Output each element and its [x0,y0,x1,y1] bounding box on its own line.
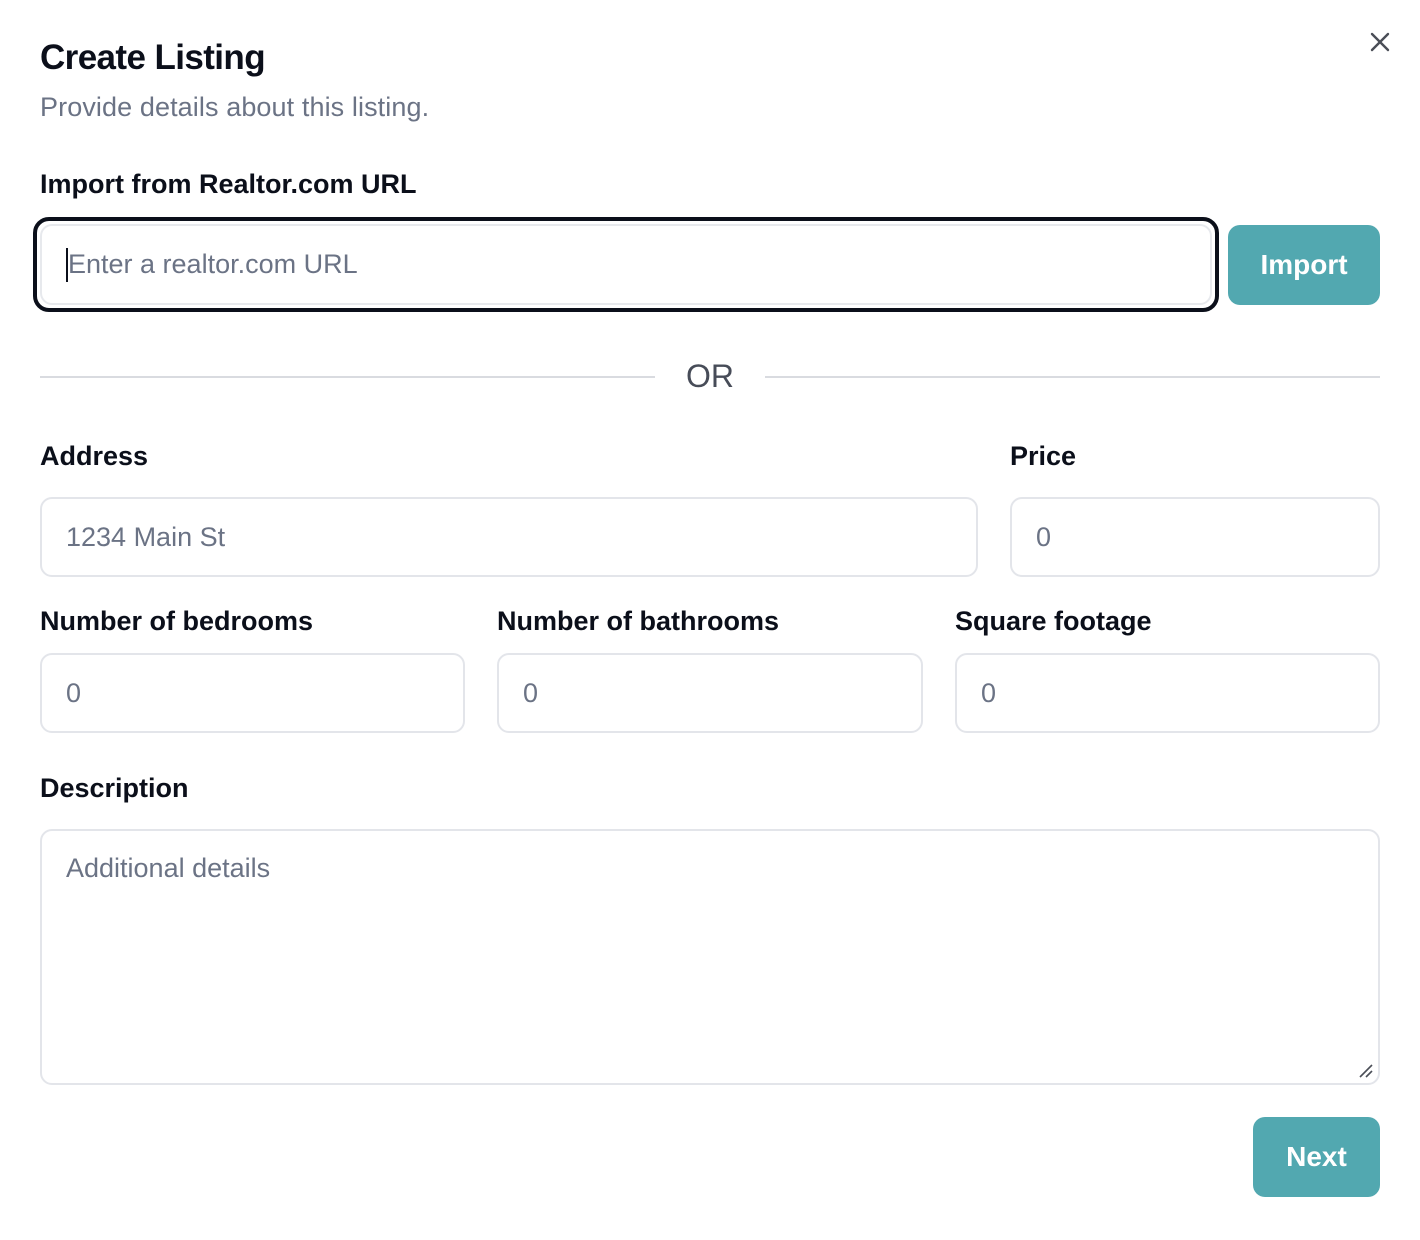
price-input[interactable]: 0 [1010,497,1380,577]
divider-right [765,376,1380,378]
resize-handle-icon[interactable] [1358,1063,1374,1079]
divider-left [40,376,655,378]
realtor-url-input[interactable]: Enter a realtor.com URL [40,224,1212,305]
next-button[interactable]: Next [1253,1117,1380,1197]
description-textarea[interactable]: Additional details [40,829,1380,1085]
bathrooms-placeholder: 0 [523,677,539,708]
description-placeholder: Additional details [66,853,271,883]
address-label: Address [40,441,149,471]
bedrooms-label: Number of bedrooms [40,606,314,636]
bedrooms-placeholder: 0 [66,677,82,708]
bathrooms-input[interactable]: 0 [497,653,923,733]
create-listing-dialog: Create Listing Provide details about thi… [0,0,1420,1240]
or-separator: OR [686,358,734,394]
square-footage-input[interactable]: 0 [955,653,1380,733]
bathrooms-label: Number of bathrooms [497,606,780,636]
square-footage-label: Square footage [955,606,1152,636]
dialog-subtitle: Provide details about this listing. [40,92,430,122]
import-url-label: Import from Realtor.com URL [40,169,417,199]
price-label: Price [1010,441,1077,471]
import-button[interactable]: Import [1228,225,1380,305]
square-footage-placeholder: 0 [981,677,997,708]
address-placeholder: 1234 Main St [66,521,226,552]
price-placeholder: 0 [1036,521,1052,552]
close-button[interactable] [1366,28,1394,56]
close-icon [1370,32,1390,52]
address-input[interactable]: 1234 Main St [40,497,978,577]
realtor-url-placeholder: Enter a realtor.com URL [68,249,358,279]
dialog-title: Create Listing [40,38,266,77]
description-label: Description [40,773,189,803]
bedrooms-input[interactable]: 0 [40,653,465,733]
